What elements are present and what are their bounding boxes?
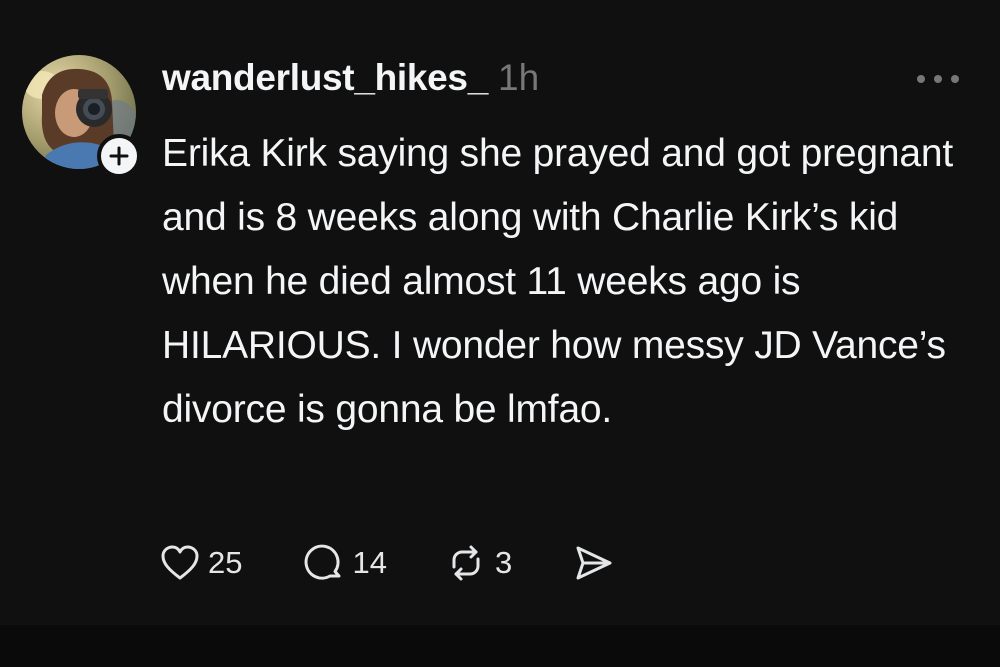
username[interactable]: wanderlust_hikes_ [162,57,488,99]
more-options-button[interactable] [910,66,966,92]
timestamp: 1h [498,57,540,98]
like-button[interactable]: 25 [160,544,242,582]
more-horizontal-icon [917,75,959,83]
plus-icon [109,146,129,166]
action-bar: 25 14 3 [160,538,614,588]
share-button[interactable] [572,543,614,583]
avatar-container [22,55,141,178]
follow-button[interactable] [97,134,141,178]
reply-button[interactable]: 14 [304,543,387,583]
post-divider [0,625,1000,667]
post-body-text: Erika Kirk saying she prayed and got pre… [162,132,953,431]
speech-bubble-icon [305,544,341,580]
like-count: 25 [208,545,243,580]
repost-arrows-icon [452,545,480,581]
repost-button[interactable]: 3 [445,543,512,583]
post-header: wanderlust_hikes_ 1h [162,57,539,105]
heart-icon [161,545,199,580]
threads-post: wanderlust_hikes_ 1h Erika Kirk saying s… [0,0,1000,667]
send-icon [576,546,612,580]
reply-count: 14 [352,545,387,580]
repost-count: 3 [494,545,513,580]
